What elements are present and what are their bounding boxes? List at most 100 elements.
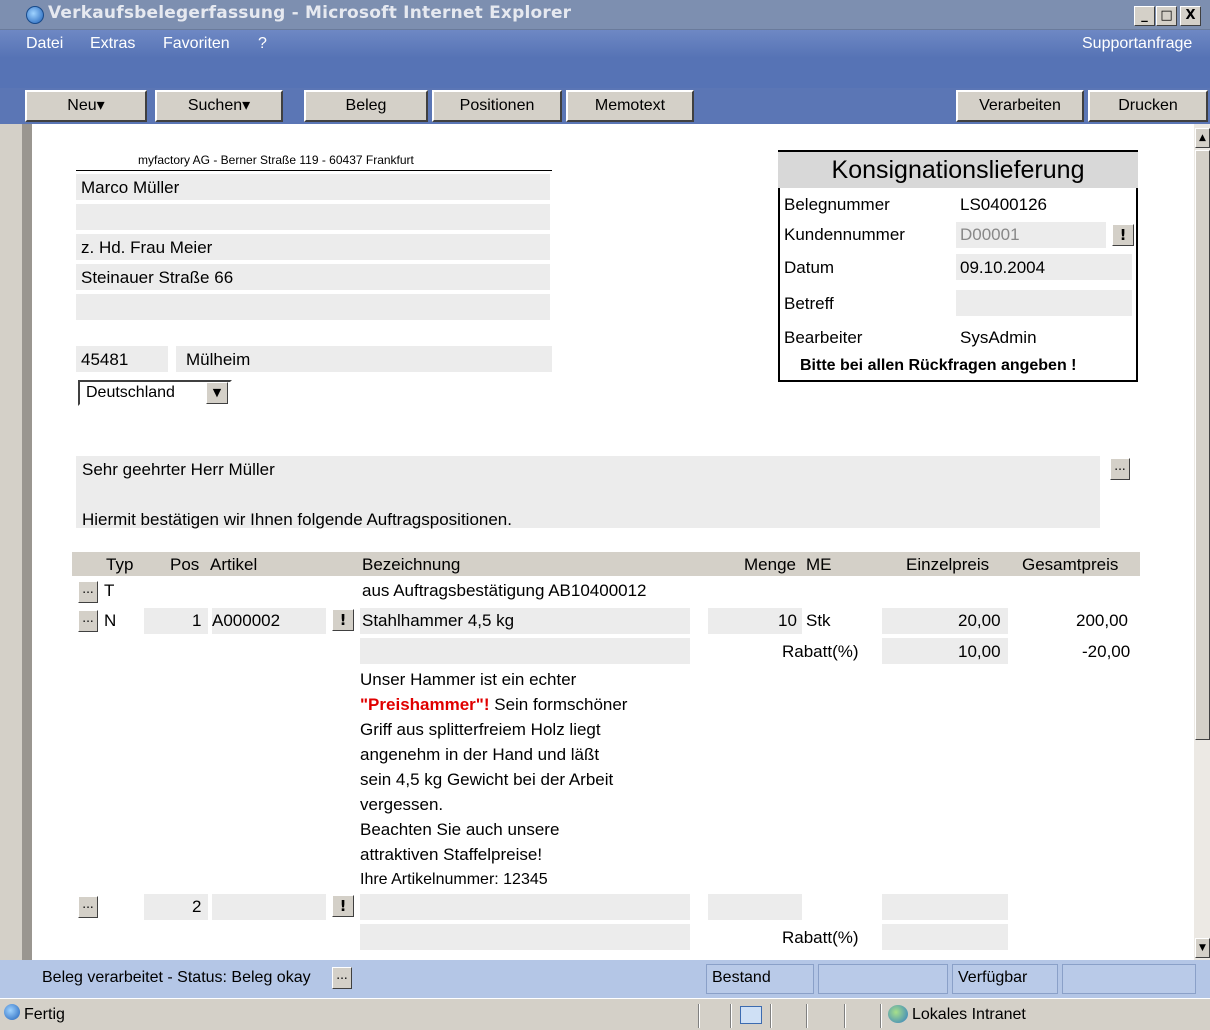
- row1-einzelpreis: 20,00: [958, 611, 1001, 630]
- address-name: Marco Müller: [81, 178, 180, 197]
- scroll-down-icon[interactable]: ▼: [1195, 938, 1210, 958]
- memo-highlight: "Preishammer"!: [360, 695, 490, 714]
- status-more-button[interactable]: ...: [332, 967, 352, 989]
- header-gesamtpreis: Gesamtpreis: [1022, 555, 1119, 574]
- memo-line-1: Unser Hammer ist ein echter: [360, 670, 577, 689]
- status-separator: [806, 1004, 808, 1028]
- scroll-up-icon[interactable]: ▲: [1195, 128, 1210, 148]
- minimize-button[interactable]: _: [1134, 6, 1155, 26]
- zip: 45481: [81, 350, 129, 369]
- memo-line-3: Griff aus splitterfreiem Holz liegt: [360, 720, 601, 739]
- menu-supportanfrage[interactable]: Supportanfrage: [1082, 35, 1192, 53]
- dialog-icon: [740, 1006, 762, 1024]
- address-line5-field[interactable]: [76, 294, 550, 320]
- salutation: Sehr geehrter Herr Müller: [82, 460, 275, 479]
- beleg-button[interactable]: Beleg: [304, 90, 428, 122]
- window-title: Verkaufsbelegerfassung - Microsoft Inter…: [48, 3, 572, 23]
- row1-extra-field[interactable]: [360, 638, 690, 664]
- security-zone: Lokales Intranet: [912, 1006, 1026, 1023]
- memo-line-4: angenehm in der Hand und läßt: [360, 745, 600, 764]
- row2-rabatt-label: Rabatt(%): [782, 928, 859, 947]
- reference-note: Bitte bei allen Rückfragen angeben !: [800, 357, 1077, 374]
- sender-line: myfactory AG - Berner Straße 119 - 60437…: [138, 153, 414, 167]
- row1-rabatt-betrag: -20,00: [1082, 642, 1131, 661]
- header-einzelpreis: Einzelpreis: [906, 555, 990, 574]
- status-separator: [880, 1004, 882, 1028]
- verarbeiten-button[interactable]: Verarbeiten: [956, 90, 1084, 122]
- memotext-button[interactable]: Memotext: [566, 90, 694, 122]
- row2-menge-field[interactable]: [708, 894, 802, 920]
- row2-article-lookup-button[interactable]: !: [332, 895, 354, 917]
- row2-rabatt-field[interactable]: [882, 924, 1008, 950]
- row2-einzelpreis-field[interactable]: [882, 894, 1008, 920]
- row2-bezeichnung-field[interactable]: [360, 894, 690, 920]
- drucken-button[interactable]: Drucken: [1088, 90, 1208, 122]
- kundennummer-value: D00001: [960, 225, 1020, 244]
- country-select[interactable]: Deutschland ▼: [78, 380, 232, 406]
- row2-pos: 2: [192, 897, 202, 916]
- intranet-icon: [888, 1005, 908, 1023]
- betreff-field[interactable]: [956, 290, 1132, 316]
- intro-text: Hiermit bestätigen wir Ihnen folgende Au…: [82, 510, 512, 529]
- menu-extras[interactable]: Extras: [90, 35, 135, 53]
- status-separator: [844, 1004, 846, 1028]
- belegnummer-value: LS0400126: [960, 195, 1047, 214]
- row1-pos: 1: [192, 611, 202, 630]
- bestand-label: Bestand: [712, 969, 771, 986]
- header-typ: Typ: [106, 555, 134, 574]
- menu-help[interactable]: ?: [258, 35, 267, 53]
- bearbeiter-value: SysAdmin: [960, 328, 1037, 347]
- row1-artikel: A000002: [212, 611, 281, 630]
- row-text-typ: T: [104, 581, 115, 600]
- header-menge: Menge: [744, 555, 796, 574]
- row1-rabatt-label: Rabatt(%): [782, 642, 859, 661]
- memo-line-2: "Preishammer"! Sein formschöner: [360, 695, 627, 715]
- memo-line-8: attraktiven Staffelpreise!: [360, 845, 543, 864]
- address-attention: z. Hd. Frau Meier: [81, 238, 213, 257]
- address-street: Steinauer Straße 66: [81, 268, 234, 287]
- row-text-more-button[interactable]: ...: [78, 581, 98, 603]
- city: Mülheim: [186, 350, 251, 369]
- datum-label: Datum: [784, 258, 835, 277]
- row1-more-button[interactable]: ...: [78, 610, 98, 632]
- chevron-down-icon[interactable]: ▼: [206, 382, 228, 404]
- memo-line-6: vergessen.: [360, 795, 444, 814]
- document-type-title: Konsignationslieferung: [778, 152, 1138, 188]
- verfuegbar-value-cell: [1062, 964, 1196, 994]
- header-bezeichnung: Bezeichnung: [362, 555, 461, 574]
- memo-line-2-rest: Sein formschöner: [489, 695, 628, 714]
- positionen-button[interactable]: Positionen: [432, 90, 562, 122]
- customer-lookup-button[interactable]: !: [1112, 224, 1134, 246]
- row1-gesamtpreis: 200,00: [1076, 611, 1128, 630]
- menu-datei[interactable]: Datei: [26, 35, 63, 53]
- toolbar-spacer: [0, 58, 1210, 88]
- memo-line-7: Beachten Sie auch unsere: [360, 820, 560, 839]
- status-separator: [698, 1004, 700, 1028]
- beleg-status-text: Beleg verarbeitet - Status: Beleg okay: [42, 969, 311, 986]
- memo-line-9: Ihre Artikelnummer: 12345: [360, 871, 548, 888]
- maximize-button[interactable]: □: [1156, 6, 1177, 26]
- country-value: Deutschland: [86, 384, 175, 401]
- memo-line-5: sein 4,5 kg Gewicht bei der Arbeit: [360, 770, 614, 789]
- address-line2-field[interactable]: [76, 204, 550, 230]
- menu-favoriten[interactable]: Favoriten: [163, 35, 230, 53]
- sender-divider: [76, 170, 552, 171]
- menu-bar: Datei Extras Favoriten ? Supportanfrage: [0, 30, 1210, 58]
- header-artikel: Artikel: [210, 555, 258, 574]
- row2-extra-field[interactable]: [360, 924, 690, 950]
- row1-article-lookup-button[interactable]: !: [332, 609, 354, 631]
- kundennummer-label: Kundennummer: [784, 225, 905, 244]
- close-button[interactable]: X: [1180, 6, 1201, 26]
- row1-rabatt: 10,00: [958, 642, 1001, 661]
- row2-artikel-field[interactable]: [212, 894, 326, 920]
- row1-menge: 10: [778, 611, 797, 630]
- belegnummer-label: Belegnummer: [784, 195, 890, 214]
- ie-icon: [26, 6, 44, 24]
- search-button[interactable]: Suchen▾: [155, 90, 283, 122]
- new-button[interactable]: Neu▾: [25, 90, 147, 122]
- scroll-thumb[interactable]: [1195, 150, 1210, 740]
- header-pos: Pos: [170, 555, 200, 574]
- status-separator: [730, 1004, 732, 1028]
- row2-more-button[interactable]: ...: [78, 896, 98, 918]
- letter-text-more-button[interactable]: ...: [1110, 458, 1130, 480]
